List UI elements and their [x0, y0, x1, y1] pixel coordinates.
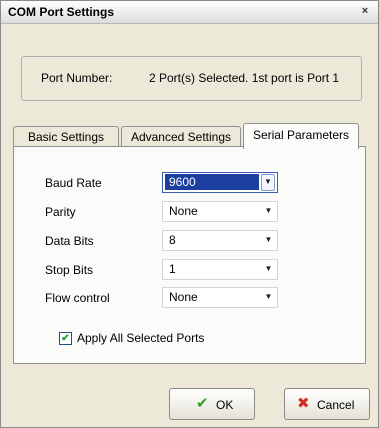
chevron-down-icon[interactable]: ▼ [261, 174, 275, 191]
data-bits-label: Data Bits [45, 234, 94, 248]
data-bits-select[interactable]: 8 ▼ [162, 230, 278, 251]
x-icon: ✖ [297, 395, 310, 412]
data-bits-value: 8 [169, 233, 176, 247]
parity-value: None [169, 204, 198, 218]
parity-select[interactable]: None ▼ [162, 201, 278, 222]
tab-strip: Basic Settings Advanced Settings Serial … [13, 123, 366, 149]
baud-rate-select[interactable]: 9600 ▼ [162, 172, 278, 193]
apply-all-label[interactable]: Apply All Selected Ports [77, 331, 204, 345]
apply-all-checkbox[interactable]: ✔ [59, 332, 72, 345]
checkmark-icon: ✔ [196, 395, 209, 412]
tab-basic-settings[interactable]: Basic Settings [13, 126, 119, 147]
flow-control-select[interactable]: None ▼ [162, 287, 278, 308]
com-port-settings-dialog: COM Port Settings × Port Number: 2 Port(… [0, 0, 379, 428]
baud-rate-label: Baud Rate [45, 176, 102, 190]
port-number-label: Port Number: [41, 71, 113, 85]
tab-serial-parameters[interactable]: Serial Parameters [243, 123, 359, 149]
cancel-button-label: Cancel [317, 398, 355, 412]
stop-bits-value: 1 [169, 262, 176, 276]
baud-rate-value: 9600 [165, 174, 259, 190]
chevron-down-icon[interactable]: ▼ [262, 262, 275, 276]
flow-control-value: None [169, 290, 198, 304]
stop-bits-label: Stop Bits [45, 263, 94, 277]
cancel-button[interactable]: ✖ Cancel [284, 388, 370, 420]
title-bar: COM Port Settings × [1, 1, 378, 24]
close-icon[interactable]: × [358, 5, 372, 18]
ok-button[interactable]: ✔ OK [169, 388, 255, 420]
tab-advanced-settings[interactable]: Advanced Settings [121, 126, 241, 147]
chevron-down-icon[interactable]: ▼ [262, 204, 275, 218]
dialog-title: COM Port Settings [8, 5, 115, 19]
port-number-box: Port Number: 2 Port(s) Selected. 1st por… [21, 56, 362, 101]
port-number-value: 2 Port(s) Selected. 1st port is Port 1 [149, 71, 340, 85]
stop-bits-select[interactable]: 1 ▼ [162, 259, 278, 280]
chevron-down-icon[interactable]: ▼ [262, 233, 275, 247]
ok-button-label: OK [216, 398, 234, 412]
chevron-down-icon[interactable]: ▼ [262, 290, 275, 304]
flow-control-label: Flow control [45, 291, 110, 305]
parity-label: Parity [45, 205, 76, 219]
